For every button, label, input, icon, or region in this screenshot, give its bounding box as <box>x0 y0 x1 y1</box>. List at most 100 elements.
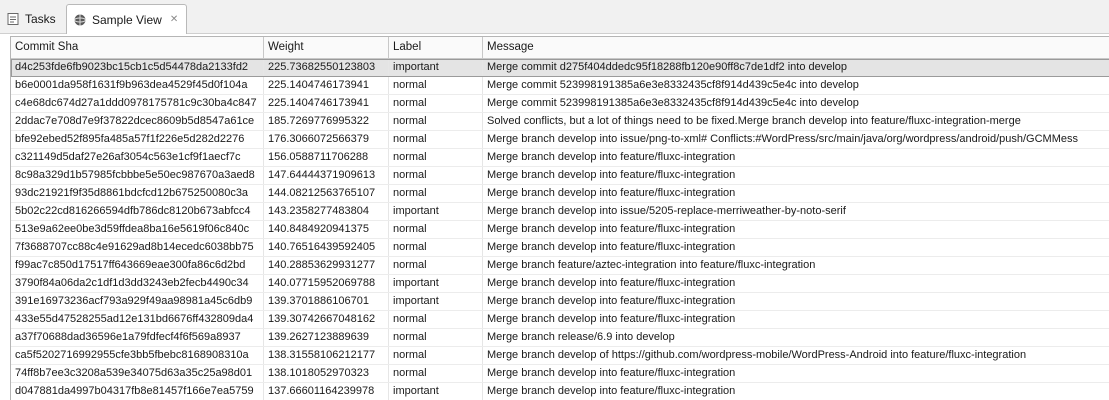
commit-sha-cell: b6e0001da958f1631f9b963dea4529f45d0f104a <box>11 77 264 94</box>
label-cell: important <box>389 293 483 310</box>
weight-cell: 140.8484920941375 <box>264 221 389 238</box>
table-row[interactable]: 5b02c22cd816266594dfb786dc8120b673abfcc4… <box>11 203 1109 221</box>
label-cell: important <box>389 275 483 292</box>
weight-cell: 139.30742667048162 <box>264 311 389 328</box>
tab-tasks-label: Tasks <box>25 12 56 26</box>
tasks-icon <box>6 12 20 26</box>
tab-sample-view-label: Sample View <box>92 12 162 27</box>
table-row[interactable]: 8c98a329d1b57985fcbbbe5e50ec987670a3aed8… <box>11 167 1109 185</box>
commit-sha-cell: 7f3688707cc88c4e91629ad8b14ecedc6038bb75 <box>11 239 264 256</box>
label-cell: normal <box>389 77 483 94</box>
column-header-weight[interactable]: Weight <box>264 37 389 58</box>
commit-sha-cell: 513e9a62ee0be3d59ffdea8ba16e5619f06c840c <box>11 221 264 238</box>
column-header-commit-sha[interactable]: Commit Sha <box>11 37 264 58</box>
table-row[interactable]: a37f70688dad36596e1a79fdfecf4f6f569a8937… <box>11 329 1109 347</box>
message-cell: Merge branch develop into feature/fluxc-… <box>487 367 736 379</box>
commit-sha-cell: ca5f5202716992955cfe3bb5fbebc8168908310a <box>11 347 264 364</box>
column-header-label[interactable]: Label <box>389 37 483 58</box>
message-cell: Solved conflicts, but a lot of things ne… <box>487 115 1021 127</box>
label-cell: normal <box>389 239 483 256</box>
commit-sha-cell: 5b02c22cd816266594dfb786dc8120b673abfcc4 <box>11 203 264 220</box>
table-body: d4c253fde6fb9023bc15cb1c5d54478da2133fd2… <box>11 59 1109 400</box>
table-row[interactable]: 7f3688707cc88c4e91629ad8b14ecedc6038bb75… <box>11 239 1109 257</box>
message-cell: Merge branch develop into feature/fluxc-… <box>487 223 736 235</box>
table-row[interactable]: 433e55d47528255ad12e131bd6676ff432809da4… <box>11 311 1109 329</box>
weight-cell: 147.64444371909613 <box>264 167 389 184</box>
label-cell: normal <box>389 311 483 328</box>
label-cell: normal <box>389 329 483 346</box>
message-cell: Merge commit 523998191385a6e3e8332435cf8… <box>487 79 859 91</box>
message-cell: Merge branch develop into feature/fluxc-… <box>487 151 736 163</box>
commit-sha-cell: bfe92ebed52f895fa485a57f1f226e5d282d2276 <box>11 131 264 148</box>
table-header: Commit Sha Weight Label Message <box>11 37 1109 59</box>
message-cell: Merge branch develop into feature/fluxc-… <box>487 187 736 199</box>
commit-table[interactable]: Commit Sha Weight Label Message d4c253fd… <box>10 36 1109 400</box>
weight-cell: 143.2358277483804 <box>264 203 389 220</box>
weight-cell: 139.3701886106701 <box>264 293 389 310</box>
weight-cell: 138.31558106212177 <box>264 347 389 364</box>
weight-cell: 176.3066072566379 <box>264 131 389 148</box>
table-row[interactable]: ca5f5202716992955cfe3bb5fbebc8168908310a… <box>11 347 1109 365</box>
message-cell: Merge branch develop into issue/png-to-x… <box>487 133 1078 145</box>
column-header-message[interactable]: Message <box>483 37 1109 58</box>
message-cell: Merge commit 523998191385a6e3e8332435cf8… <box>487 97 859 109</box>
message-cell: Merge branch develop of https://github.c… <box>487 349 1027 361</box>
table-row[interactable]: bfe92ebed52f895fa485a57f1f226e5d282d2276… <box>11 131 1109 149</box>
message-cell: Merge branch feature/aztec-integration i… <box>487 259 816 271</box>
weight-cell: 185.7269776995322 <box>264 113 389 130</box>
label-cell: normal <box>389 149 483 166</box>
label-cell: normal <box>389 347 483 364</box>
label-cell: normal <box>389 131 483 148</box>
sample-view-icon <box>73 13 87 27</box>
commit-sha-cell: d4c253fde6fb9023bc15cb1c5d54478da2133fd2 <box>11 59 264 76</box>
weight-cell: 140.07715952069788 <box>264 275 389 292</box>
message-cell: Merge branch develop into feature/fluxc-… <box>487 313 736 325</box>
tab-sample-view[interactable]: Sample View ✕ <box>66 4 188 34</box>
label-cell: normal <box>389 221 483 238</box>
table-row[interactable]: d4c253fde6fb9023bc15cb1c5d54478da2133fd2… <box>11 59 1109 77</box>
weight-cell: 140.28853629931277 <box>264 257 389 274</box>
label-cell: important <box>389 383 483 400</box>
commit-sha-cell: 8c98a329d1b57985fcbbbe5e50ec987670a3aed8 <box>11 167 264 184</box>
weight-cell: 137.66601164239978 <box>264 383 389 400</box>
commit-sha-cell: 3790f84a06da2c1df1d3dd3243eb2fecb4490c34 <box>11 275 264 292</box>
label-cell: important <box>389 59 483 76</box>
message-cell: Merge branch release/6.9 into develop <box>487 331 675 343</box>
commit-sha-cell: a37f70688dad36596e1a79fdfecf4f6f569a8937 <box>11 329 264 346</box>
close-icon[interactable]: ✕ <box>170 14 178 25</box>
tab-tasks[interactable]: Tasks <box>6 6 56 32</box>
weight-cell: 138.1018052970323 <box>264 365 389 382</box>
commit-sha-cell: f99ac7c850d17517ff643669eae300fa86c6d2bd <box>11 257 264 274</box>
message-cell: Merge branch develop into issue/5205-rep… <box>487 205 846 217</box>
label-cell: normal <box>389 185 483 202</box>
table-row[interactable]: 391e16973236acf793a929f49aa98981a45c6db9… <box>11 293 1109 311</box>
message-cell: Merge commit d275f404ddedc95f18288fb120e… <box>487 61 848 73</box>
message-cell: Merge branch develop into feature/fluxc-… <box>487 241 736 253</box>
table-row[interactable]: 3790f84a06da2c1df1d3dd3243eb2fecb4490c34… <box>11 275 1109 293</box>
label-cell: normal <box>389 113 483 130</box>
commit-sha-cell: c321149d5daf27e26af3054c563e1cf9f1aecf7c <box>11 149 264 166</box>
commit-sha-cell: 93dc21921f9f35d8861bdcfcd12b675250080c3a <box>11 185 264 202</box>
view-tab-bar: Tasks Sample View ✕ <box>0 0 1109 34</box>
table-row[interactable]: c321149d5daf27e26af3054c563e1cf9f1aecf7c… <box>11 149 1109 167</box>
table-row[interactable]: 2ddac7e708d7e9f37822dcec8609b5d8547a61ce… <box>11 113 1109 131</box>
commit-sha-cell: 74ff8b7ee3c3208a539e34075d63a35c25a98d01 <box>11 365 264 382</box>
table-row[interactable]: 93dc21921f9f35d8861bdcfcd12b675250080c3a… <box>11 185 1109 203</box>
commit-sha-cell: 433e55d47528255ad12e131bd6676ff432809da4 <box>11 311 264 328</box>
weight-cell: 140.76516439592405 <box>264 239 389 256</box>
weight-cell: 139.2627123889639 <box>264 329 389 346</box>
table-row[interactable]: f99ac7c850d17517ff643669eae300fa86c6d2bd… <box>11 257 1109 275</box>
label-cell: normal <box>389 167 483 184</box>
table-row[interactable]: d047881da4997b04317fb8e81457f166e7ea5759… <box>11 383 1109 400</box>
commit-sha-cell: 2ddac7e708d7e9f37822dcec8609b5d8547a61ce <box>11 113 264 130</box>
table-row[interactable]: b6e0001da958f1631f9b963dea4529f45d0f104a… <box>11 77 1109 95</box>
label-cell: normal <box>389 257 483 274</box>
commit-sha-cell: c4e68dc674d27a1ddd0978175781c9c30ba4c847 <box>11 95 264 112</box>
message-cell: Merge branch develop into feature/fluxc-… <box>487 277 736 289</box>
label-cell: normal <box>389 365 483 382</box>
commit-sha-cell: 391e16973236acf793a929f49aa98981a45c6db9 <box>11 293 264 310</box>
table-row[interactable]: c4e68dc674d27a1ddd0978175781c9c30ba4c847… <box>11 95 1109 113</box>
weight-cell: 225.1404746173941 <box>264 77 389 94</box>
table-row[interactable]: 74ff8b7ee3c3208a539e34075d63a35c25a98d01… <box>11 365 1109 383</box>
table-row[interactable]: 513e9a62ee0be3d59ffdea8ba16e5619f06c840c… <box>11 221 1109 239</box>
